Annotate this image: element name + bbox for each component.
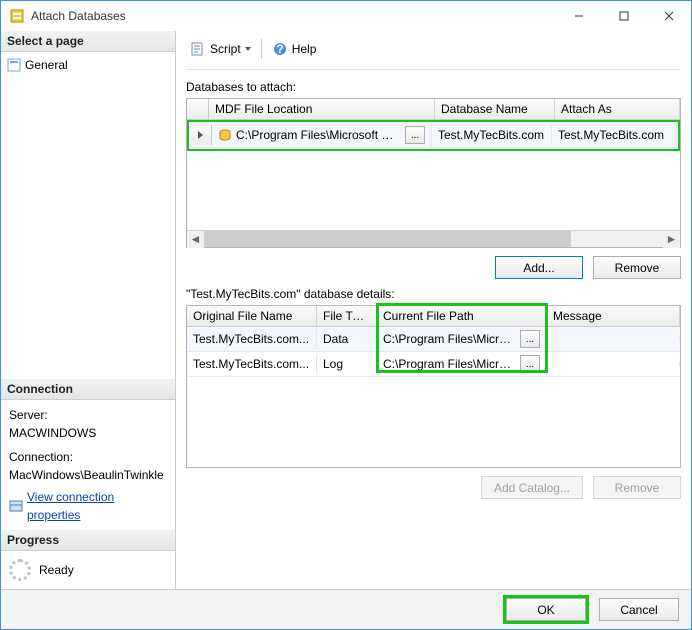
remove-detail-button: Remove <box>593 476 681 499</box>
connection-label: Connection: <box>9 448 167 466</box>
server-label: Server: <box>9 406 167 424</box>
current-file-path-cell: C:\Program Files\Microso... <box>383 332 516 346</box>
attach-as-cell[interactable]: Test.MyTecBits.com <box>552 125 677 145</box>
database-details-label: "Test.MyTecBits.com" database details: <box>186 287 681 301</box>
attach-databases-window: Attach Databases Select a page General C… <box>0 0 692 630</box>
database-icon <box>9 8 25 24</box>
progress-spinner-icon <box>9 559 31 581</box>
file-type-cell: Log <box>317 354 377 374</box>
help-label: Help <box>292 42 317 56</box>
scroll-thumb[interactable] <box>204 231 571 247</box>
window-title: Attach Databases <box>31 9 556 23</box>
connection-header: Connection <box>1 379 175 400</box>
chevron-down-icon <box>245 47 251 51</box>
browse-mdf-button[interactable]: ... <box>405 126 425 144</box>
toolbar: Script ? Help <box>186 39 681 70</box>
scroll-left-icon[interactable]: ◄ <box>187 231 204 248</box>
col-file-type[interactable]: File Type <box>317 306 377 326</box>
scroll-right-icon[interactable]: ► <box>663 231 680 248</box>
help-icon: ? <box>272 41 288 57</box>
close-button[interactable] <box>646 1 691 31</box>
maximize-button[interactable] <box>601 1 646 31</box>
browse-path-button[interactable]: ... <box>520 355 540 373</box>
database-name-cell[interactable]: Test.MyTecBits.com <box>432 125 552 145</box>
grid-row-highlight: C:\Program Files\Microsoft SQL Ser... ..… <box>187 120 680 151</box>
browse-path-button[interactable]: ... <box>520 330 540 348</box>
grid-hscrollbar[interactable]: ◄ ► <box>187 230 680 247</box>
left-panel: Select a page General Connection Server:… <box>1 31 176 589</box>
connection-value: MacWindows\BeaulinTwinkle <box>9 466 167 484</box>
view-connection-properties-link[interactable]: View connection properties <box>9 488 167 524</box>
titlebar[interactable]: Attach Databases <box>1 1 691 31</box>
remove-button-label: Remove <box>615 261 660 275</box>
add-button-label: Add... <box>523 261 554 275</box>
message-cell <box>547 336 680 342</box>
databases-grid: MDF File Location Database Name Attach A… <box>186 98 681 248</box>
remove-button[interactable]: Remove <box>593 256 681 279</box>
view-connection-properties-text: View connection properties <box>27 488 167 524</box>
toolbar-separator <box>261 39 262 59</box>
progress-header: Progress <box>1 530 175 551</box>
add-catalog-label: Add Catalog... <box>494 481 570 495</box>
script-button[interactable]: Script <box>186 39 255 59</box>
page-general-label: General <box>25 58 68 72</box>
cancel-button[interactable]: Cancel <box>599 598 679 621</box>
help-button[interactable]: ? Help <box>268 39 321 59</box>
message-cell <box>547 361 680 367</box>
original-file-name-cell: Test.MyTecBits.com... <box>187 354 317 374</box>
details-row[interactable]: Test.MyTecBits.com... Log C:\Program Fil… <box>187 352 680 377</box>
page-icon <box>7 58 21 72</box>
details-row[interactable]: Test.MyTecBits.com... Data C:\Program Fi… <box>187 327 680 352</box>
script-label: Script <box>210 42 241 56</box>
grid-corner <box>187 99 209 119</box>
remove-detail-label: Remove <box>615 481 660 495</box>
script-icon <box>190 41 206 57</box>
file-type-cell: Data <box>317 329 377 349</box>
dialog-footer: OK Cancel <box>1 589 691 629</box>
connection-body: Server: MACWINDOWS Connection: MacWindow… <box>1 400 175 530</box>
ok-highlight: OK <box>503 595 589 624</box>
add-button[interactable]: Add... <box>495 256 583 279</box>
progress-status: Ready <box>39 563 74 577</box>
server-value: MACWINDOWS <box>9 424 167 442</box>
svg-text:?: ? <box>276 42 283 56</box>
original-file-name-cell: Test.MyTecBits.com... <box>187 329 317 349</box>
ok-label: OK <box>537 603 554 617</box>
arrow-right-icon <box>198 131 203 139</box>
row-indicator <box>190 125 212 145</box>
col-attach-as[interactable]: Attach As <box>555 99 680 119</box>
current-file-path-cell: C:\Program Files\Microso... <box>383 357 516 371</box>
col-message[interactable]: Message <box>547 306 680 326</box>
page-general[interactable]: General <box>7 56 169 74</box>
right-panel: Script ? Help Databases to attach: MDF F… <box>176 31 691 589</box>
database-row[interactable]: C:\Program Files\Microsoft SQL Ser... ..… <box>190 123 677 148</box>
add-catalog-button: Add Catalog... <box>481 476 583 499</box>
col-mdf-location[interactable]: MDF File Location <box>209 99 435 119</box>
mdf-path-cell: C:\Program Files\Microsoft SQL Ser... <box>236 128 401 142</box>
col-current-file-path[interactable]: Current File Path <box>377 306 547 326</box>
cancel-label: Cancel <box>620 603 657 617</box>
minimize-button[interactable] <box>556 1 601 31</box>
select-page-header: Select a page <box>1 31 175 52</box>
details-grid: Original File Name File Type Current Fil… <box>186 305 681 468</box>
col-original-file-name[interactable]: Original File Name <box>187 306 317 326</box>
ok-button[interactable]: OK <box>506 598 586 621</box>
db-file-icon <box>218 128 232 142</box>
col-database-name[interactable]: Database Name <box>435 99 555 119</box>
properties-icon <box>9 499 23 513</box>
window-buttons <box>556 1 691 31</box>
databases-to-attach-label: Databases to attach: <box>186 80 681 94</box>
